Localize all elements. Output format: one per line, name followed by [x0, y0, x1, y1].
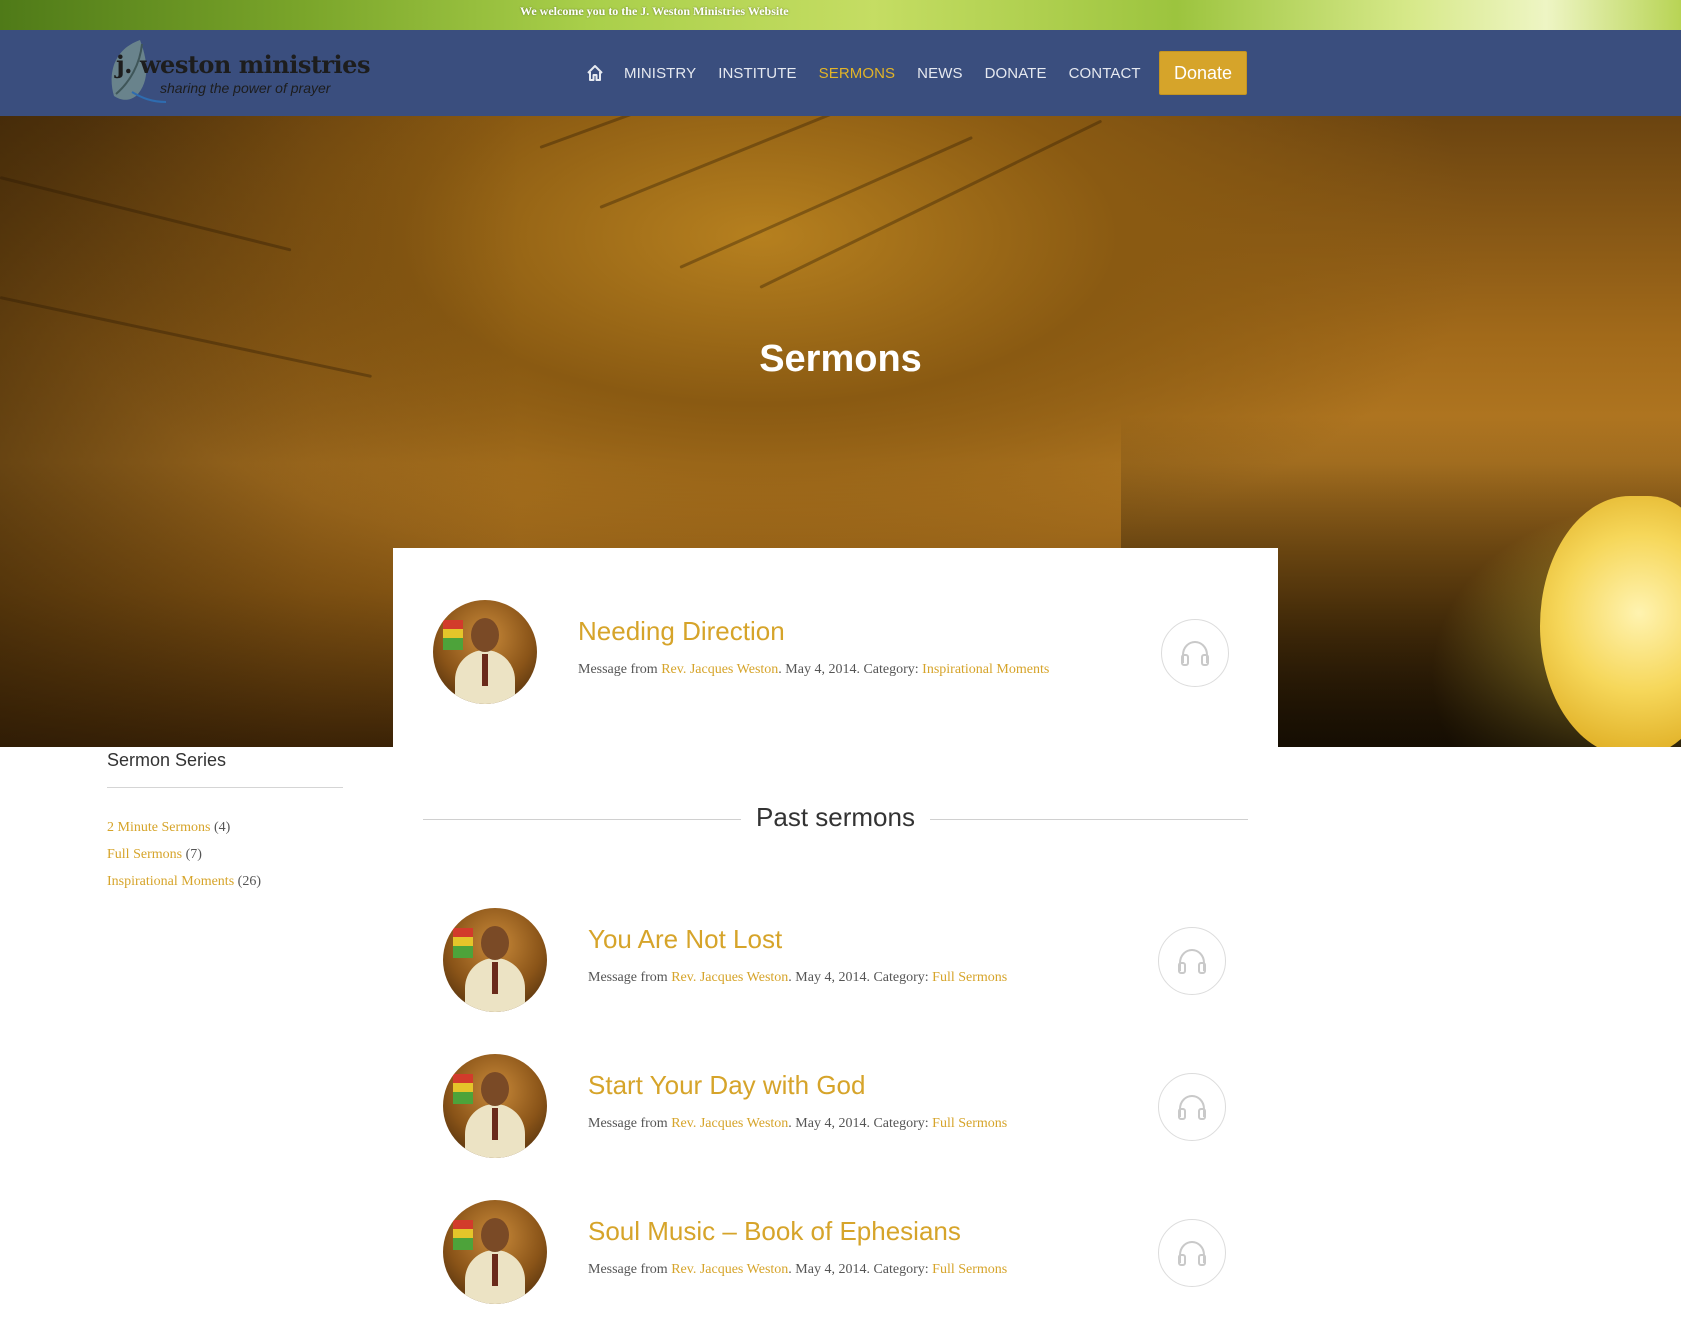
avatar-tie: [492, 1254, 498, 1286]
category-link[interactable]: Inspirational Moments: [922, 662, 1049, 677]
main-nav: MINISTRY INSTITUTE SERMONS NEWS DONATE C…: [584, 30, 1163, 116]
series-list: 2 Minute Sermons (4) Full Sermons (7) In…: [107, 814, 343, 895]
avatar-head: [481, 926, 509, 960]
sermon-meta: Message from Rev. Jacques Weston. May 4,…: [588, 1262, 1007, 1278]
preacher-avatar[interactable]: [433, 600, 537, 704]
category-link[interactable]: Full Sermons: [932, 1116, 1007, 1131]
past-sermons-divider: Past sermons: [423, 802, 1248, 838]
series-link-full[interactable]: Full Sermons: [107, 847, 182, 862]
series-link-2-minute[interactable]: 2 Minute Sermons: [107, 820, 210, 835]
category-link[interactable]: Full Sermons: [932, 1262, 1007, 1277]
welcome-bar: We welcome you to the J. Weston Ministri…: [0, 0, 1681, 30]
book-text-line: [539, 116, 785, 149]
avatar-head: [481, 1072, 509, 1106]
author-link[interactable]: Rev. Jacques Weston: [661, 662, 778, 677]
author-link[interactable]: Rev. Jacques Weston: [671, 970, 788, 985]
headphones-icon: [1178, 1094, 1206, 1120]
logo-title: j. weston ministries: [116, 50, 370, 79]
series-item: Full Sermons (7): [107, 841, 343, 868]
preacher-avatar[interactable]: [443, 1200, 547, 1304]
past-sermons-heading: Past sermons: [756, 802, 915, 832]
sermon-title[interactable]: Start Your Day with God: [588, 1070, 865, 1101]
sidebar-heading: Sermon Series: [107, 750, 343, 788]
sermon-meta: Message from Rev. Jacques Weston. May 4,…: [578, 662, 1049, 678]
meta-date: . May 4, 2014. Category:: [788, 1262, 929, 1277]
meta-prefix: Message from: [578, 662, 658, 677]
listen-button[interactable]: [1158, 927, 1226, 995]
author-link[interactable]: Rev. Jacques Weston: [671, 1116, 788, 1131]
nav-sermons[interactable]: SERMONS: [819, 65, 896, 82]
listen-button[interactable]: [1158, 1073, 1226, 1141]
nav-ministry[interactable]: MINISTRY: [624, 65, 696, 82]
series-link-inspirational[interactable]: Inspirational Moments: [107, 874, 234, 889]
series-item: 2 Minute Sermons (4): [107, 814, 343, 841]
sermon-meta: Message from Rev. Jacques Weston. May 4,…: [588, 970, 1007, 986]
avatar-backdrop-sign: [453, 928, 473, 958]
sermon-title[interactable]: Needing Direction: [578, 616, 785, 647]
donate-button[interactable]: Donate: [1159, 51, 1247, 95]
logo-tagline: sharing the power of prayer: [160, 80, 331, 96]
sermon-series-sidebar: Sermon Series 2 Minute Sermons (4) Full …: [107, 750, 343, 895]
meta-prefix: Message from: [588, 1116, 668, 1131]
home-icon[interactable]: [584, 62, 606, 84]
preacher-avatar[interactable]: [443, 1054, 547, 1158]
headphones-icon: [1178, 1240, 1206, 1266]
nav-donate[interactable]: DONATE: [985, 65, 1047, 82]
sermon-list-item[interactable]: Start Your Day with God Message from Rev…: [443, 1054, 1233, 1164]
sermon-list-item[interactable]: You Are Not Lost Message from Rev. Jacqu…: [443, 908, 1233, 1018]
meta-prefix: Message from: [588, 970, 668, 985]
author-link[interactable]: Rev. Jacques Weston: [671, 1262, 788, 1277]
avatar-backdrop-sign: [453, 1074, 473, 1104]
meta-date: . May 4, 2014. Category:: [788, 1116, 929, 1131]
category-link[interactable]: Full Sermons: [932, 970, 1007, 985]
welcome-text: We welcome you to the J. Weston Ministri…: [520, 4, 789, 18]
avatar-tie: [482, 654, 488, 686]
series-count: (7): [185, 847, 202, 862]
series-count: (26): [237, 874, 261, 889]
avatar-head: [481, 1218, 509, 1252]
site-logo[interactable]: j. weston ministries sharing the power o…: [106, 36, 370, 108]
sermon-title[interactable]: Soul Music – Book of Ephesians: [588, 1216, 961, 1247]
headphones-icon: [1178, 948, 1206, 974]
avatar-head: [471, 618, 499, 652]
nav-news[interactable]: NEWS: [917, 65, 962, 82]
avatar-tie: [492, 962, 498, 994]
headphones-icon: [1181, 640, 1209, 666]
sermon-list-item[interactable]: Soul Music – Book of Ephesians Message f…: [443, 1200, 1233, 1310]
featured-sermon-card: Needing Direction Message from Rev. Jacq…: [393, 548, 1278, 748]
book-text-line: [759, 119, 1103, 289]
series-count: (4): [213, 820, 231, 835]
sermon-title[interactable]: You Are Not Lost: [588, 924, 782, 955]
avatar-tie: [492, 1108, 498, 1140]
page-title: Sermons: [759, 338, 922, 380]
meta-date: . May 4, 2014. Category:: [778, 662, 919, 677]
avatar-backdrop-sign: [443, 620, 463, 650]
nav-institute[interactable]: INSTITUTE: [718, 65, 796, 82]
listen-button[interactable]: [1161, 619, 1229, 687]
divider-line-right: [930, 819, 1248, 820]
listen-button[interactable]: [1158, 1219, 1226, 1287]
sermon-meta: Message from Rev. Jacques Weston. May 4,…: [588, 1116, 1007, 1132]
series-item: Inspirational Moments (26): [107, 868, 343, 895]
site-header: j. weston ministries sharing the power o…: [0, 30, 1681, 116]
meta-prefix: Message from: [588, 1262, 668, 1277]
meta-date: . May 4, 2014. Category:: [788, 970, 929, 985]
preacher-avatar[interactable]: [443, 908, 547, 1012]
nav-contact[interactable]: CONTACT: [1069, 65, 1141, 82]
avatar-backdrop-sign: [453, 1220, 473, 1250]
featured-sermon[interactable]: Needing Direction Message from Rev. Jacq…: [433, 600, 1253, 710]
